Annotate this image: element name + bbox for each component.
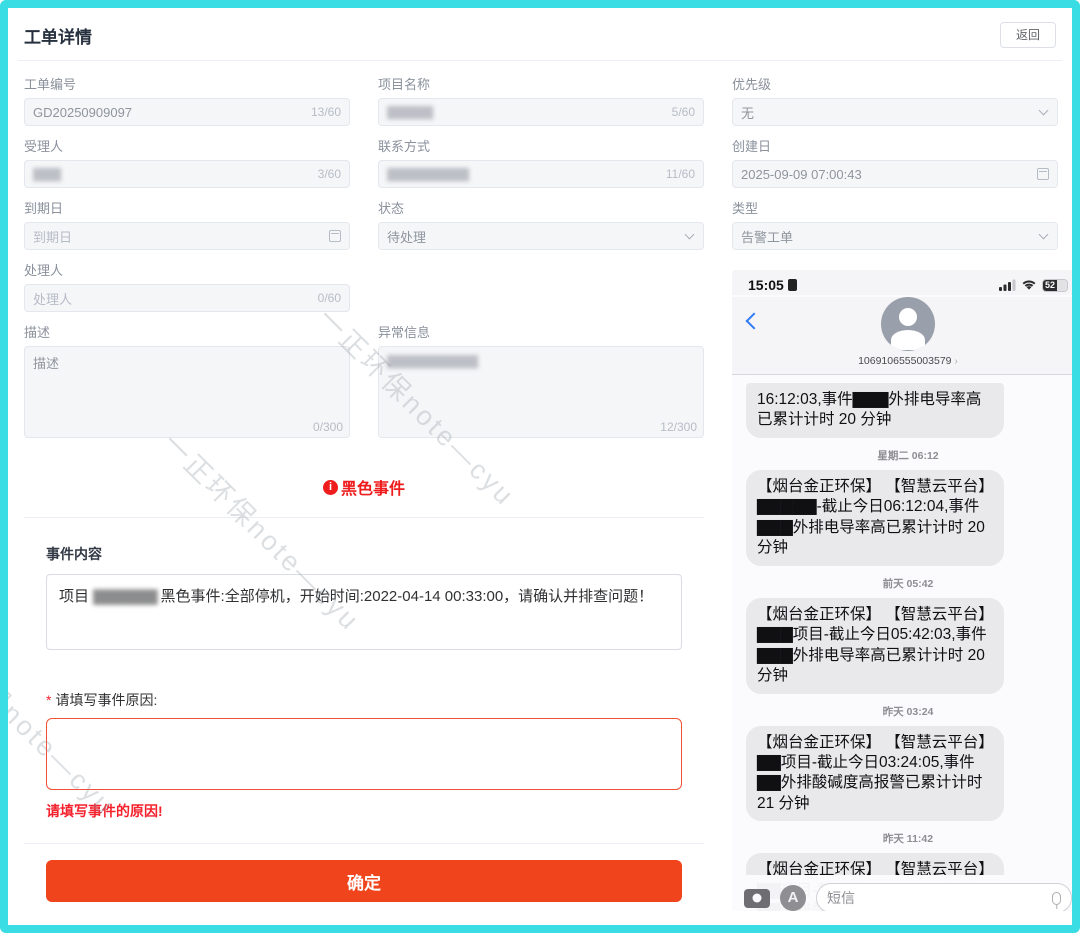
field-status: 状态 待处理 <box>378 201 704 250</box>
sms-input-bar: A 短信 <box>732 875 1080 911</box>
field-description: 描述 描述 0/300 <box>24 325 350 438</box>
event-content-box: 项目 ▇▇▇▇▇▇ 黑色事件:全部停机，开始时间:2022-04-14 00:3… <box>46 574 682 650</box>
field-contact: 联系方式 ▇▇▇▇▇▇▇▇▇ 11/60 <box>378 139 704 188</box>
due-date-input[interactable]: 到期日 <box>24 222 350 250</box>
handler-input[interactable]: 处理人 0/60 <box>24 284 350 312</box>
avatar[interactable] <box>881 297 935 351</box>
calendar-icon <box>1037 168 1049 180</box>
field-type: 类型 告警工单 <box>732 201 1058 250</box>
field-created-date: 创建日 2025-09-09 07:00:43 <box>732 139 1058 188</box>
contact-input[interactable]: ▇▇▇▇▇▇▇▇▇ 11/60 <box>378 160 704 188</box>
priority-select[interactable]: 无 <box>732 98 1058 126</box>
order-no-input[interactable]: GD20250909097 13/60 <box>24 98 350 126</box>
page-frame: 一正环保note—cyu 一正环保note—cyu 一正环保note—cyu 工… <box>0 0 1080 933</box>
field-handler: 处理人 处理人 0/60 <box>24 263 350 312</box>
scrollbar[interactable] <box>1076 775 1079 863</box>
sms-input[interactable]: 短信 <box>816 883 1072 911</box>
confirm-button[interactable]: 确定 <box>46 860 682 902</box>
field-label: 状态 <box>378 201 704 216</box>
sms-phone-screenshot: 15:05 <box>732 270 1080 911</box>
char-counter: 12/300 <box>660 420 697 434</box>
acceptor-input[interactable]: ▇▇▇ 3/60 <box>24 160 350 188</box>
field-label: 到期日 <box>24 201 350 216</box>
char-counter: 5/60 <box>672 105 695 119</box>
back-chevron-icon[interactable] <box>746 313 763 330</box>
phone-clock: 15:05 <box>748 277 797 293</box>
field-label: 处理人 <box>24 263 350 278</box>
black-event-section: i 黑色事件 事件内容 项目 ▇▇▇▇▇▇ 黑色事件:全部停机，开始时间:202… <box>24 475 704 902</box>
camera-icon[interactable] <box>744 889 770 908</box>
char-counter: 13/60 <box>311 105 341 119</box>
exception-textarea[interactable]: ▇▇▇▇▇▇▇▇▇▇ 12/300 <box>378 346 704 438</box>
message-timestamp: 昨天 11:42 <box>746 831 1070 846</box>
screen-record-icon <box>788 279 797 291</box>
message-list: 16:12:03,事件▇▇▇外排电导率高已累计计时 20 分钟 星期二 06:1… <box>732 375 1080 911</box>
field-project-name: 项目名称 ▇▇▇▇▇ 5/60 <box>378 77 704 126</box>
page-header: 工单详情 返回 <box>18 8 1062 61</box>
field-order-no: 工单编号 GD20250909097 13/60 <box>24 77 350 126</box>
reason-textarea[interactable] <box>46 718 682 790</box>
char-counter: 11/60 <box>666 167 695 181</box>
message-timestamp: 星期二 06:12 <box>746 448 1070 463</box>
black-event-title: i 黑色事件 <box>24 475 704 499</box>
divider <box>24 517 704 518</box>
char-counter: 0/60 <box>318 291 341 305</box>
signal-icon <box>999 279 1016 291</box>
message-timestamp: 前天 05:42 <box>746 576 1070 591</box>
info-icon: i <box>323 480 338 495</box>
chevron-down-icon <box>1039 230 1049 240</box>
field-label: 优先级 <box>732 77 1058 92</box>
wifi-icon <box>1021 279 1037 291</box>
status-select[interactable]: 待处理 <box>378 222 704 250</box>
reason-error-text: 请填写事件的原因! <box>46 801 682 821</box>
chevron-down-icon <box>685 230 695 240</box>
field-label: 工单编号 <box>24 77 350 92</box>
chevron-right-icon: › <box>954 355 958 367</box>
sms-bubble: 【烟台金正环保】 【智慧云平台】▇▇▇▇▇-截止今日06:12:04,事件▇▇▇… <box>746 470 1004 566</box>
field-label: 联系方式 <box>378 139 704 154</box>
chevron-down-icon <box>1039 106 1049 116</box>
description-textarea[interactable]: 描述 0/300 <box>24 346 350 438</box>
mic-icon[interactable] <box>1052 892 1061 905</box>
field-priority: 优先级 无 <box>732 77 1058 126</box>
field-label: 项目名称 <box>378 77 704 92</box>
sms-bubble-partial: 16:12:03,事件▇▇▇外排电导率高已累计计时 20 分钟 <box>746 383 1004 438</box>
phone-conversation-header: 1069106555003579 › <box>732 297 1080 375</box>
phone-status-bar: 15:05 <box>732 270 1080 295</box>
sms-bubble: 【烟台金正环保】 【智慧云平台】▇▇项目-截止今日03:24:05,事件▇▇外排… <box>746 726 1004 822</box>
apps-icon[interactable]: A <box>780 885 806 911</box>
field-due-date: 到期日 到期日 <box>24 201 350 250</box>
page-title: 工单详情 <box>24 23 92 48</box>
contact-number[interactable]: 1069106555003579 › <box>732 355 1080 367</box>
field-label: 类型 <box>732 201 1058 216</box>
required-asterisk: * <box>46 692 51 708</box>
field-label: 创建日 <box>732 139 1058 154</box>
type-select[interactable]: 告警工单 <box>732 222 1058 250</box>
field-label: 异常信息 <box>378 325 704 340</box>
calendar-icon <box>329 230 341 242</box>
sms-bubble: 【烟台金正环保】 【智慧云平台】▇▇▇项目-截止今日05:42:03,事件▇▇▇… <box>746 598 1004 694</box>
field-label: 描述 <box>24 325 350 340</box>
field-acceptor: 受理人 ▇▇▇ 3/60 <box>24 139 350 188</box>
back-button[interactable]: 返回 <box>1000 22 1056 48</box>
created-date-input[interactable]: 2025-09-09 07:00:43 <box>732 160 1058 188</box>
field-exception-info: 异常信息 ▇▇▇▇▇▇▇▇▇▇ 12/300 <box>378 325 704 438</box>
field-label: 受理人 <box>24 139 350 154</box>
message-timestamp: 昨天 03:24 <box>746 704 1070 719</box>
project-name-input[interactable]: ▇▇▇▇▇ 5/60 <box>378 98 704 126</box>
redacted-project-name: ▇▇▇▇▇▇ <box>93 588 156 605</box>
battery-icon: 52 <box>1042 279 1068 292</box>
char-counter: 0/300 <box>313 420 343 434</box>
char-counter: 3/60 <box>318 167 341 181</box>
event-content-label: 事件内容 <box>46 544 682 564</box>
reason-label: *请填写事件原因: <box>46 690 682 710</box>
